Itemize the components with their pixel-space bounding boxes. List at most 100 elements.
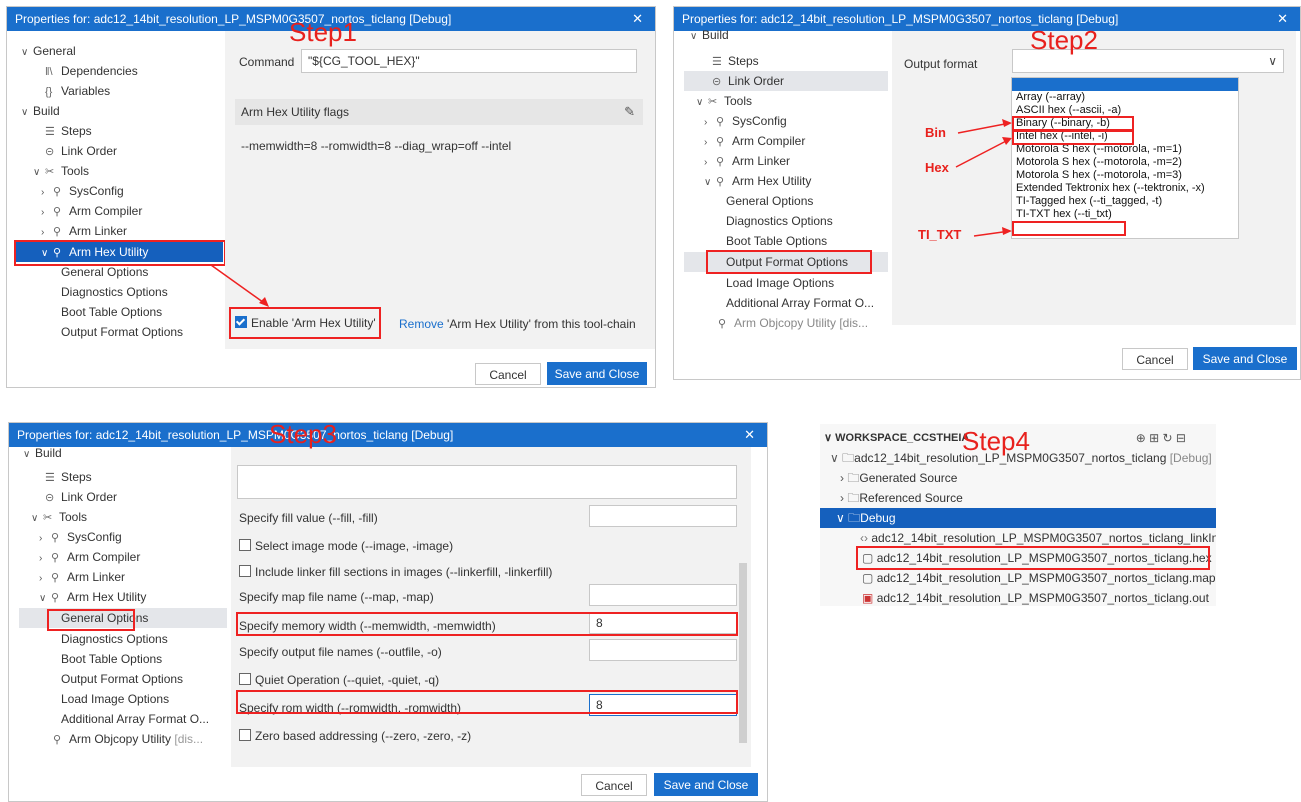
file-item-map[interactable]: ▢ adc12_14bit_resolution_LP_MSPM0G3507_n… — [820, 568, 1216, 588]
tree-item-sysconfig[interactable]: › ⚲ SysConfig — [41, 181, 124, 201]
chevron-right-icon: › — [840, 471, 844, 485]
command-field[interactable]: "${CG_TOOL_HEX}" — [301, 49, 637, 73]
map-file-field[interactable] — [589, 584, 737, 606]
tree-item-output-format-options[interactable]: Output Format Options — [684, 252, 888, 272]
wrench-icon: ⚲ — [53, 247, 62, 259]
tree-item-arm-objcopy[interactable]: ⚲ Arm Objcopy Utility [dis... — [718, 313, 868, 333]
option-tektronix[interactable]: Extended Tektronix hex (--tektronix, -x) — [1016, 182, 1205, 195]
cancel-button[interactable]: Cancel — [581, 774, 647, 796]
tree-item-diagnostics-options[interactable]: Diagnostics Options — [726, 211, 833, 231]
tree-item-link-order[interactable]: ⊝ Link Order — [45, 487, 117, 507]
close-icon[interactable]: ✕ — [632, 7, 643, 31]
cancel-button[interactable]: Cancel — [1122, 348, 1188, 370]
dropdown-selected-blank[interactable] — [1012, 78, 1238, 91]
zero-checkbox[interactable]: Zero based addressing (--zero, -zero, -z… — [239, 729, 471, 743]
quiet-checkbox[interactable]: Quiet Operation (--quiet, -quiet, -q) — [239, 673, 439, 687]
file-item-hex[interactable]: ▢ adc12_14bit_resolution_LP_MSPM0G3507_n… — [820, 548, 1212, 568]
referenced-source-item[interactable]: › 🗀Referenced Source — [820, 488, 1200, 508]
memwidth-field[interactable]: 8 — [589, 612, 737, 634]
option-motorola-1[interactable]: Motorola S hex (--motorola, -m=1) — [1016, 143, 1182, 156]
tree-item-general[interactable]: ∨ General — [21, 41, 76, 61]
wrench-icon: ⚲ — [53, 226, 62, 238]
scrollbar[interactable] — [739, 563, 747, 743]
tree-item-additional-array[interactable]: Additional Array Format O... — [61, 709, 209, 729]
tree-item-load-image-options[interactable]: Load Image Options — [61, 689, 169, 709]
annotation-arrow-1 — [210, 264, 269, 307]
command-label: Command — [239, 55, 295, 69]
option-ascii-hex[interactable]: ASCII hex (--ascii, -a) — [1016, 104, 1121, 117]
tree-item-arm-compiler[interactable]: › ⚲ Arm Compiler — [39, 547, 140, 567]
tree-item-arm-compiler[interactable]: › ⚲ Arm Compiler — [41, 201, 142, 221]
steps-icon: ☰ — [45, 472, 55, 484]
tree-item-arm-hex-utility[interactable]: ∨ ⚲ Arm Hex Utility — [39, 587, 146, 607]
debug-folder-item[interactable]: ∨ 🗀Debug — [820, 508, 1216, 528]
cancel-button[interactable]: Cancel — [475, 363, 541, 385]
explorer-actions-icons[interactable]: ⊕ ⊞ ↻ ⊟ — [1136, 428, 1186, 448]
tree-item-arm-linker[interactable]: › ⚲ Arm Linker — [41, 221, 127, 241]
chevron-right-icon: › — [39, 573, 43, 584]
tree-item-steps[interactable]: ☰ Steps — [45, 467, 92, 487]
fill-value-field[interactable] — [589, 505, 737, 527]
file-item-out[interactable]: ▣ adc12_14bit_resolution_LP_MSPM0G3507_n… — [820, 588, 1209, 606]
option-ti-tagged[interactable]: TI-Tagged hex (--ti_tagged, -t) — [1016, 195, 1162, 208]
tree-item-output-format-options[interactable]: Output Format Options — [61, 322, 183, 342]
tree-item-link-order[interactable]: ⊝ Link Order — [684, 71, 888, 91]
save-and-close-button[interactable]: Save and Close — [1193, 347, 1297, 370]
tree-item-steps[interactable]: ☰ Steps — [712, 51, 759, 71]
tree-item-build[interactable]: ∨ Build — [690, 25, 729, 45]
step-label: Step3 — [269, 422, 337, 449]
option-binary[interactable]: Binary (--binary, -b) — [1016, 117, 1110, 130]
tree-item-arm-linker[interactable]: › ⚲ Arm Linker — [704, 151, 790, 171]
tree-item-steps[interactable]: ☰ Steps — [45, 121, 92, 141]
tree-item-diagnostics-options[interactable]: Diagnostics Options — [61, 629, 168, 649]
outfile-field[interactable] — [589, 639, 737, 661]
remove-tool-link[interactable]: Remove 'Arm Hex Utility' from this tool-… — [399, 317, 636, 331]
option-ti-txt[interactable]: TI-TXT hex (--ti_txt) — [1016, 208, 1112, 221]
tree-item-arm-hex-utility[interactable]: ∨ ⚲ Arm Hex Utility — [704, 171, 811, 191]
tree-item-dependencies[interactable]: ‖\ Dependencies — [45, 61, 138, 81]
tree-item-tools[interactable]: ∨ ✂ Tools — [31, 507, 87, 527]
tree-item-sysconfig[interactable]: › ⚲ SysConfig — [39, 527, 122, 547]
close-icon[interactable]: ✕ — [744, 423, 755, 447]
tree-item-load-image-options[interactable]: Load Image Options — [726, 273, 834, 293]
tree-item-boot-table-options[interactable]: Boot Table Options — [61, 302, 162, 322]
tree-item-arm-hex-utility[interactable]: ∨ ⚲ Arm Hex Utility — [15, 242, 223, 262]
tree-item-arm-compiler[interactable]: › ⚲ Arm Compiler — [704, 131, 805, 151]
annotation-arrows-2 — [955, 119, 1012, 237]
tree-item-general-options[interactable]: General Options — [61, 262, 148, 282]
enable-checkbox[interactable]: Enable 'Arm Hex Utility' — [235, 316, 376, 330]
binary-file-icon: ▣ — [862, 591, 874, 605]
generated-source-item[interactable]: › 🗀Generated Source — [820, 468, 1200, 488]
tree-item-build[interactable]: ∨ Build — [21, 101, 60, 121]
linker-fill-checkbox[interactable]: Include linker fill sections in images (… — [239, 565, 552, 579]
tree-item-general-options[interactable]: General Options — [726, 191, 813, 211]
tree-item-diagnostics-options[interactable]: Diagnostics Options — [61, 282, 168, 302]
tree-item-tools[interactable]: ∨ ✂ Tools — [696, 91, 752, 111]
save-and-close-button[interactable]: Save and Close — [547, 362, 647, 385]
save-and-close-button[interactable]: Save and Close — [654, 773, 758, 796]
tree-item-output-format-options[interactable]: Output Format Options — [61, 669, 183, 689]
tree-item-link-order[interactable]: ⊝ Link Order — [45, 141, 117, 161]
tree-item-boot-table-options[interactable]: Boot Table Options — [726, 231, 827, 251]
tree-item-additional-array[interactable]: Additional Array Format O... — [726, 293, 874, 313]
close-icon[interactable]: ✕ — [1277, 7, 1288, 31]
option-motorola-3[interactable]: Motorola S hex (--motorola, -m=3) — [1016, 169, 1182, 182]
romwidth-field[interactable]: 8 — [589, 694, 737, 716]
edit-pencil-icon[interactable]: ✎ — [624, 104, 635, 120]
tree-item-arm-objcopy[interactable]: ⚲ Arm Objcopy Utility [dis... — [53, 729, 203, 749]
tree-item-arm-linker[interactable]: › ⚲ Arm Linker — [39, 567, 125, 587]
option-intel-hex[interactable]: Intel hex (--intel, -i) — [1016, 130, 1108, 143]
tree-item-general-options[interactable]: General Options — [19, 608, 227, 628]
outfile-label: Specify output file names (--outfile, -o… — [239, 645, 442, 659]
option-array[interactable]: Array (--array) — [1016, 91, 1085, 104]
tree-item-build[interactable]: ∨ Build — [23, 443, 62, 463]
textarea-field[interactable] — [237, 465, 737, 499]
image-mode-checkbox[interactable]: Select image mode (--image, -image) — [239, 539, 453, 553]
file-item-linkinfo[interactable]: ‹› adc12_14bit_resolution_LP_MSPM0G3507_… — [820, 528, 1216, 548]
tree-item-variables[interactable]: {} Variables — [45, 81, 110, 101]
wrench-icon: ⚲ — [716, 156, 725, 168]
tree-item-sysconfig[interactable]: › ⚲ SysConfig — [704, 111, 787, 131]
tree-item-tools[interactable]: ∨ ✂ Tools — [33, 161, 89, 181]
tree-item-boot-table-options[interactable]: Boot Table Options — [61, 649, 162, 669]
option-motorola-2[interactable]: Motorola S hex (--motorola, -m=2) — [1016, 156, 1182, 169]
